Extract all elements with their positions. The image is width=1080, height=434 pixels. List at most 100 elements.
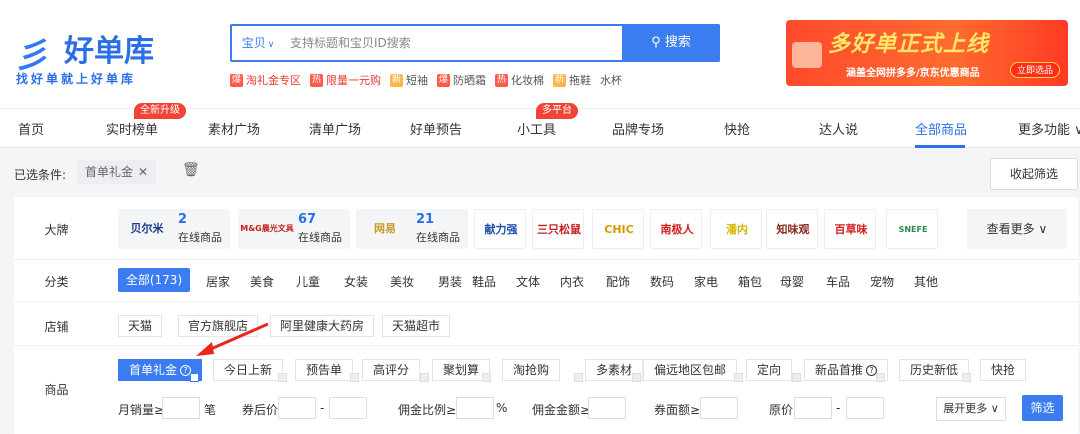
hot-tag-badge: 爆 [230,73,243,87]
brand-card[interactable]: CHIC [592,209,644,249]
goods-filter-checkbox[interactable] [876,373,885,382]
category-item[interactable]: 配饰 [606,273,630,290]
goods-filter-chip[interactable]: 偏远地区包邮 [643,359,738,381]
category-item[interactable]: 车品 [826,273,850,290]
original-price-min-input[interactable] [794,397,832,419]
category-item[interactable]: 女装 [344,273,368,290]
original-price-max-input[interactable] [846,397,884,419]
nav-brand-zone[interactable]: 品牌专场 [612,119,664,138]
after-coupon-min-input[interactable] [278,397,316,419]
goods-filter-chip[interactable]: 定向 [746,359,793,381]
category-item[interactable]: 内衣 [560,273,584,290]
nav-material-square[interactable]: 素材广场 [208,119,260,138]
close-icon[interactable]: ✕ [138,160,148,184]
banner-button[interactable]: 立即选品 [1009,62,1060,78]
search-input[interactable] [284,26,622,60]
filter-submit-button[interactable]: 筛选 [1022,395,1063,421]
hot-tag[interactable]: 热限量一元购 [310,72,381,88]
goods-filter-checkbox[interactable] [734,373,743,382]
brand-card[interactable]: 网易 21 在线商品 [356,209,468,249]
nav-list-square[interactable]: 清单广场 [309,119,361,138]
goods-filter-chip[interactable]: 淘抢购 [502,359,561,381]
category-item[interactable]: 儿童 [296,273,320,290]
category-item[interactable]: 其他 [914,273,938,290]
after-coupon-max-input[interactable] [329,397,367,419]
category-all[interactable]: 全部(173) [118,268,190,292]
expand-more-button[interactable]: 展开更多 ∨ [936,397,1006,421]
goods-filter-chip[interactable]: 今日上新 [213,359,284,381]
nav-more[interactable]: 更多功能 ∨ [1018,119,1080,138]
commission-rate-input[interactable] [456,397,494,419]
hot-tag[interactable]: 新拖鞋 [553,72,591,88]
brand-card[interactable]: 潘内 [710,209,762,249]
commission-amount-label: 佣金金额≥ [532,403,591,417]
hot-tag[interactable]: 爆防晒霜 [437,72,486,88]
hot-tag-label: 淘礼金专区 [246,74,301,87]
goods-filter-checkbox[interactable] [574,373,583,382]
commission-amount-input[interactable] [588,397,626,419]
category-item[interactable]: 母婴 [780,273,804,290]
search-button[interactable]: ⚲ 搜索 [622,24,720,62]
goods-filter-chip[interactable]: 高评分 [362,359,421,381]
shop-filter-chip[interactable]: 天猫 [118,315,163,337]
collapse-filter-button[interactable]: 收起筛选 [990,158,1078,190]
goods-filter-checkbox[interactable] [350,373,359,382]
shop-filter-chip[interactable]: 阿里健康大药房 [270,315,375,337]
brand-card[interactable]: 百草味 [824,209,876,249]
coupon-amount-input[interactable] [700,397,738,419]
goods-filter-chip[interactable]: 预告单 [295,359,354,381]
search-icon: ⚲ [651,35,661,50]
site-logo[interactable]: 彡 好单库 找好单就上好单库 [14,22,184,92]
brand-card[interactable]: M&G晨光文具 67 在线商品 [238,209,350,249]
category-item[interactable]: 数码 [650,273,674,290]
hot-tag-badge: 新 [553,73,566,87]
trash-icon[interactable]: 🗑 [182,162,200,178]
nav-tools[interactable]: 小工具 [517,119,556,138]
goods-filter-chip[interactable]: 历史新低 [899,359,970,381]
nav-home[interactable]: 首页 [18,119,44,138]
expand-more-label: 展开更多 [943,402,988,415]
goods-filter-checkbox[interactable] [792,373,801,382]
hot-tag[interactable]: 爆淘礼金专区 [230,72,301,88]
nav-flash-sale[interactable]: 快抢 [724,119,750,138]
brand-card[interactable]: 献力强 [474,209,526,249]
nav-influencer[interactable]: 达人说 [819,119,858,138]
gift-icon [792,42,822,68]
monthly-sales-input[interactable] [162,397,200,419]
brand-card[interactable]: 南极人 [650,209,702,249]
brand-card[interactable]: SNEFE [886,209,938,249]
chevron-down-icon: ∨ [1074,123,1080,138]
brand-card[interactable]: 贝尔米 2 在线商品 [118,209,230,249]
goods-filter-checkbox[interactable] [420,373,429,382]
category-item[interactable]: 箱包 [738,273,762,290]
hot-tag[interactable]: 热化妆棉 [495,72,544,88]
category-item[interactable]: 家电 [694,273,718,290]
shop-filter-chip[interactable]: 天猫超市 [382,315,451,337]
goods-filter-checkbox[interactable] [482,373,491,382]
brand-more-button[interactable]: 查看更多 ∨ [967,209,1067,249]
hot-tag[interactable]: 新短袖 [390,72,428,88]
nav-preview[interactable]: 好单预告 [410,119,462,138]
promo-banner[interactable]: 多好单正式上线 涵盖全网拼多多/京东优惠商品 立即选品 [786,20,1068,86]
category-item[interactable]: 鞋品 [472,273,496,290]
goods-filter-checkbox[interactable] [632,373,641,382]
goods-filter-checkbox[interactable] [190,373,199,382]
goods-filter-checkbox[interactable] [278,373,287,382]
goods-filter-chip[interactable]: 快抢 [980,359,1027,381]
category-item[interactable]: 美食 [250,273,274,290]
brand-card[interactable]: 三只松鼠 [532,209,584,249]
nav-realtime-rank[interactable]: 实时榜单 [106,119,158,138]
search-type-dropdown[interactable]: 宝贝 ∨ [232,26,284,60]
selected-tag[interactable]: 首单礼金 ✕ [78,160,156,184]
category-item[interactable]: 宠物 [870,273,894,290]
category-item[interactable]: 居家 [206,273,230,290]
nav-all-goods[interactable]: 全部商品 [915,119,967,138]
brand-logo: 贝尔米 [130,222,164,235]
hot-tag[interactable]: 水杯 [600,72,622,88]
category-item[interactable]: 美妆 [390,273,414,290]
brand-card[interactable]: 知味观 [766,209,818,249]
search-type-label: 宝贝 [241,36,266,50]
category-item[interactable]: 文体 [516,273,540,290]
category-item[interactable]: 男装 [438,273,462,290]
goods-filter-checkbox[interactable] [962,373,971,382]
